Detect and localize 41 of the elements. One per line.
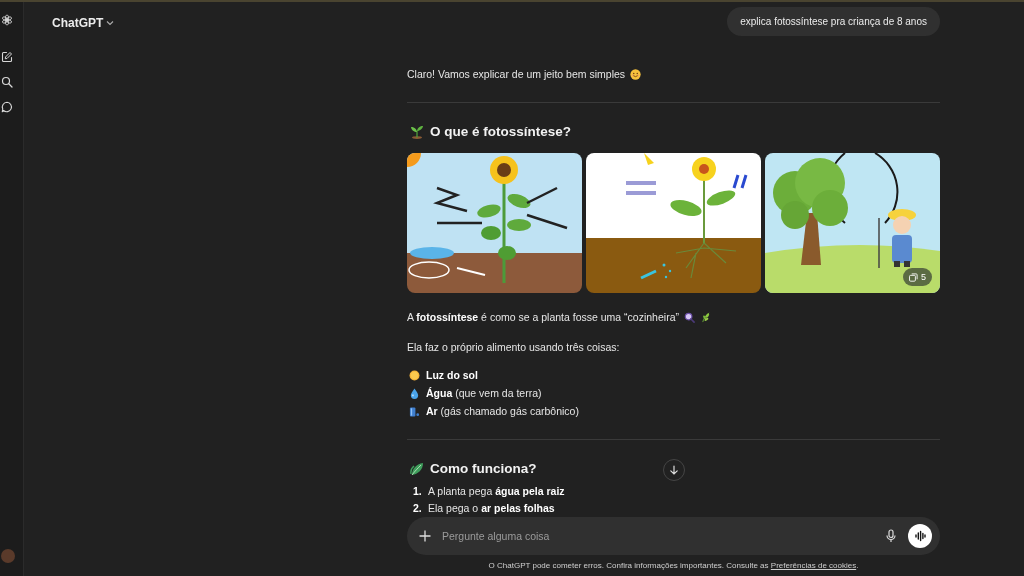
smiling-face-icon [630,68,642,80]
list-item-text: Luz do sol [426,368,478,383]
list-item-text: Água (que vem da terra) [426,386,542,401]
seedling-icon [410,125,424,139]
chevron-down-icon [106,19,115,27]
plus-icon [418,529,432,543]
plant-roots-drawing[interactable] [586,153,761,293]
message-input[interactable]: Pergunte alguma coisa [442,528,874,544]
search-icon[interactable] [1,76,13,88]
paragraph-text: Ela faz o próprio alimento usando três coisas: [407,340,620,355]
list-item-text: Ar (gás chamado gás carbônico) [426,404,579,419]
section-heading: Como funciona? [430,460,537,478]
paragraph-text: A fotossíntese é como se a planta fosse uma “cozinheira” [407,310,679,325]
herb-icon [700,311,711,323]
tree-drawing[interactable] [765,153,940,293]
scroll-down-button[interactable] [662,459,685,481]
arrow-down-icon [668,465,679,475]
step-text: A planta pega água pela raiz [428,483,565,499]
step-number: 1. [412,484,423,497]
canister-icon [409,405,420,417]
message-composer[interactable]: Pergunte alguma coisa [407,517,940,555]
step-text: Ela pega o ar pelas folhas [428,500,555,516]
add-button[interactable] [417,528,433,544]
water-drop-icon [409,387,420,399]
intro-text: Claro! Vamos explicar de um jeito bem simples [407,67,626,82]
section-heading: O que é fotossíntese? [430,123,572,141]
chat-bubble-icon[interactable] [1,101,13,113]
voice-mode-button[interactable] [908,524,932,548]
user-message: explica fotossíntese pra criança de 8 anos [727,7,940,36]
magnifier-icon [684,311,695,323]
microphone-icon [884,529,898,543]
leaf-icon [410,462,424,476]
new-chat-icon[interactable] [1,51,13,63]
model-selector[interactable]: ChatGPT [52,15,115,31]
step-number: 2. [412,501,423,514]
disclaimer-text: O ChatGPT pode cometer erros. Confira informações importantes. Consulte as Preferências de cookies. [487,560,860,572]
sun-icon [409,369,420,381]
waveform-icon [914,530,926,542]
sunflower-drawing[interactable] [407,153,582,293]
logo-icon[interactable] [1,14,13,26]
gallery-icon [909,272,918,282]
